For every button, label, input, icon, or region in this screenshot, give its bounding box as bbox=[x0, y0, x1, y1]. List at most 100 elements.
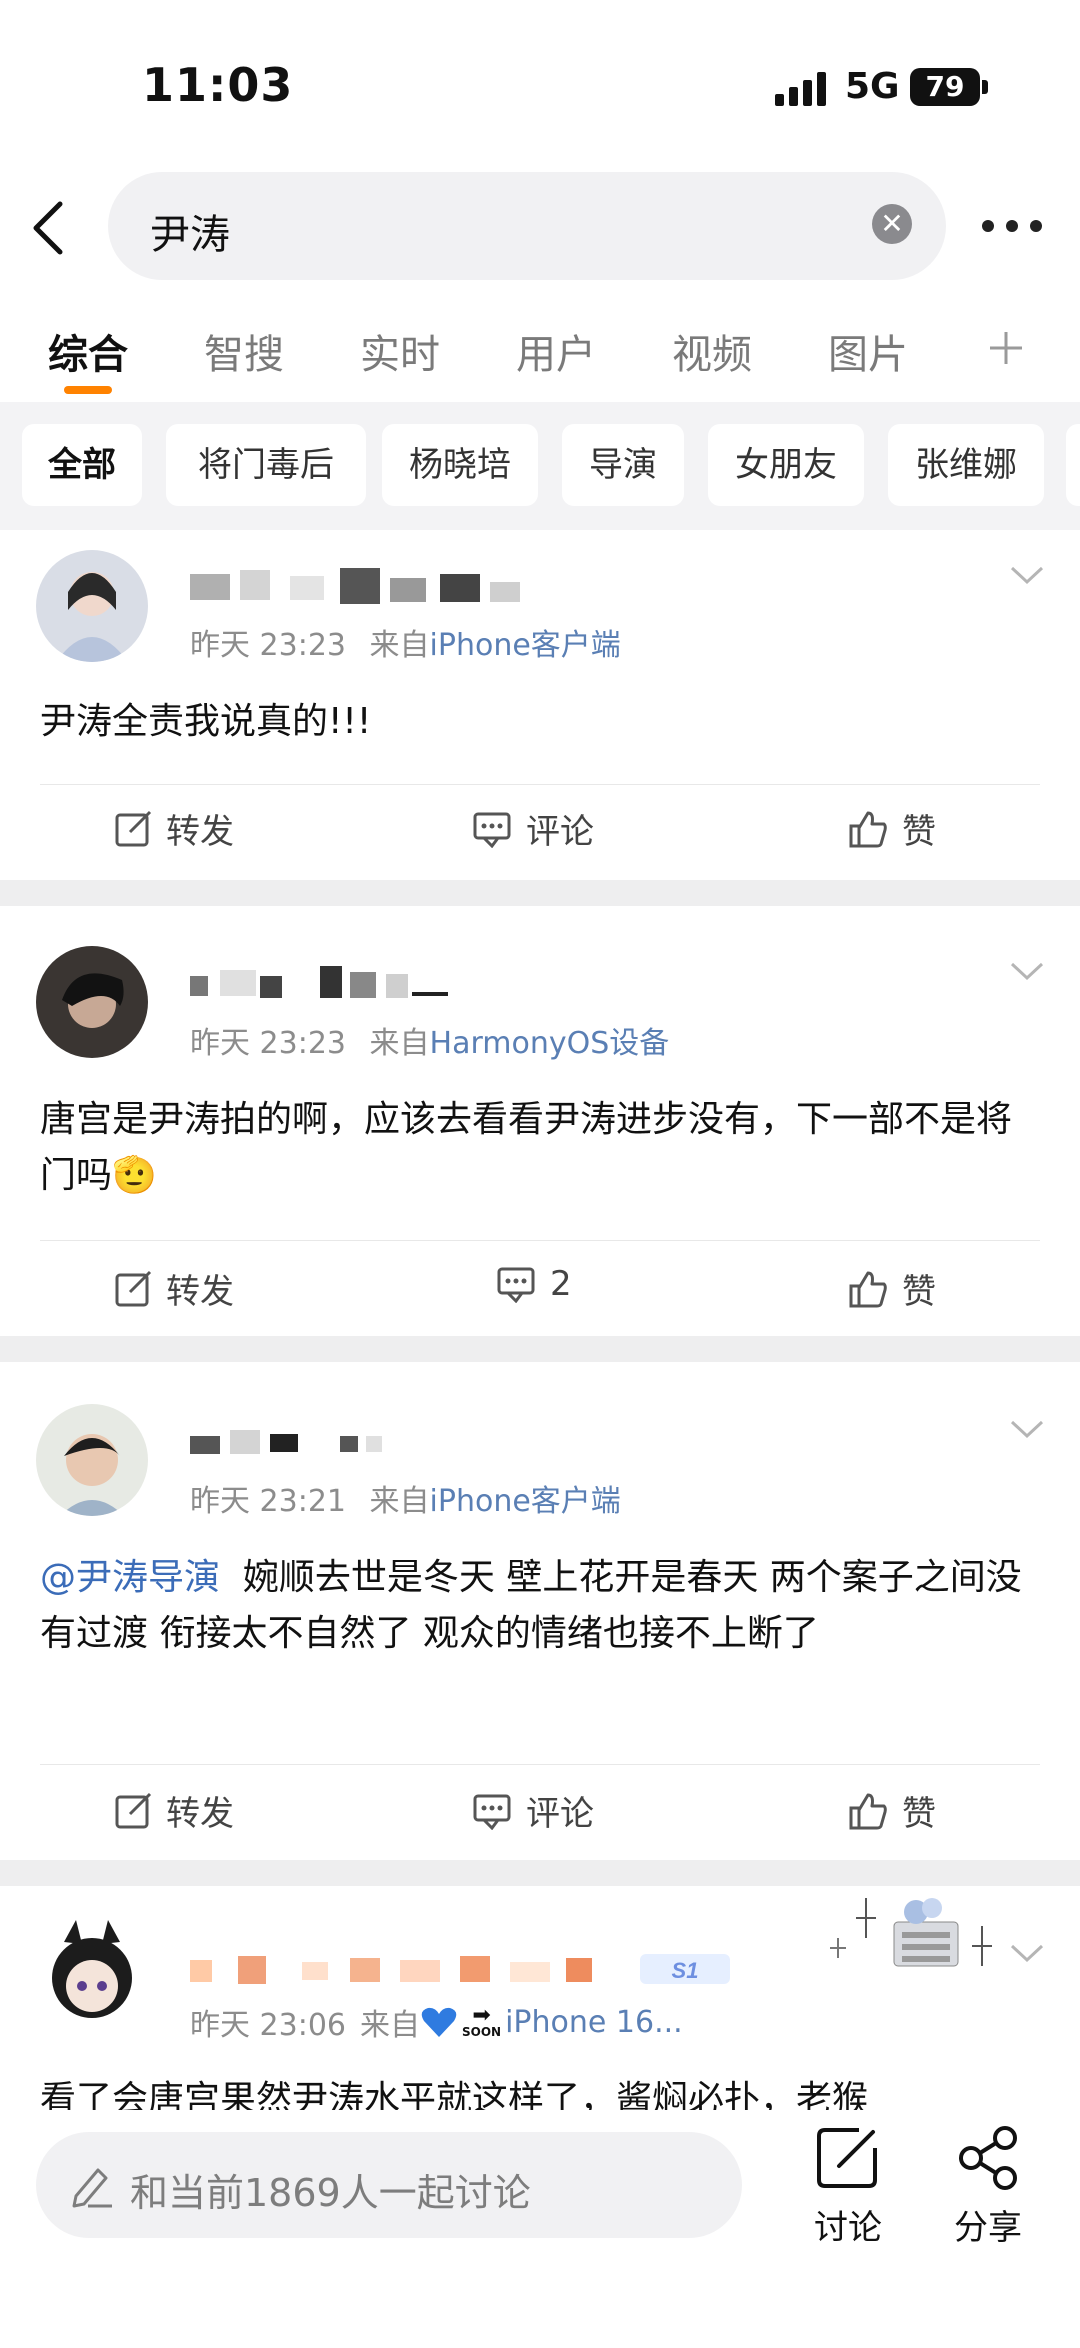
post-from: 来自 bbox=[360, 2008, 420, 2043]
add-tab-icon[interactable] bbox=[988, 330, 1024, 366]
signal-icon bbox=[775, 72, 826, 106]
decoration-card bbox=[830, 1898, 992, 1967]
divider bbox=[40, 1764, 1040, 1765]
search-query[interactable]: 尹涛 bbox=[150, 202, 230, 260]
post-meta: 昨天 23:23 来自iPhone客户端 bbox=[190, 620, 621, 664]
post-source[interactable]: iPhone 16... bbox=[505, 2005, 683, 2040]
comment-button[interactable]: 评论 bbox=[472, 804, 594, 853]
post-source[interactable]: iPhone客户端 bbox=[430, 628, 621, 663]
like-icon bbox=[849, 811, 887, 847]
chevron-down-icon[interactable] bbox=[1010, 1420, 1044, 1440]
username-blurred[interactable] bbox=[190, 1420, 410, 1460]
tab-images[interactable]: 图片 bbox=[828, 322, 908, 380]
post-time: 昨天 23:21 bbox=[190, 1484, 346, 1519]
comment-icon bbox=[473, 1794, 511, 1830]
like-button[interactable]: 赞 bbox=[848, 1786, 936, 1835]
tab-realtime[interactable]: 实时 bbox=[360, 322, 440, 380]
post-from: 来自 bbox=[369, 628, 430, 663]
post-from: 来自 bbox=[369, 1484, 430, 1519]
repost-icon bbox=[115, 1270, 152, 1306]
back-arrow-icon[interactable] bbox=[28, 198, 68, 258]
tab-videos[interactable]: 视频 bbox=[672, 322, 752, 380]
status-time: 11:03 bbox=[142, 58, 294, 112]
repost-icon bbox=[115, 1792, 152, 1828]
post-text[interactable]: @尹涛导演 婉顺去世是冬天 壁上花开是春天 两个案子之间没有过渡 衔接太不自然了… bbox=[40, 1550, 1040, 1662]
card-separator bbox=[0, 1336, 1080, 1362]
post-time: 昨天 23:06 bbox=[190, 2008, 346, 2043]
chevron-down-icon[interactable] bbox=[1010, 566, 1044, 586]
comment-button[interactable]: 评论 bbox=[472, 1786, 594, 1835]
repost-label: 转发 bbox=[166, 1794, 234, 1834]
chip-filter[interactable]: 女朋友 bbox=[708, 424, 864, 506]
chip-filter[interactable]: 导演 bbox=[562, 424, 684, 506]
repost-label: 转发 bbox=[166, 812, 234, 852]
post-text[interactable]: 看了会唐宫果然尹涛水平就这样了，酱焖必扑，老猴 bbox=[40, 2072, 1040, 2110]
like-icon bbox=[849, 1271, 887, 1307]
post-meta: 昨天 23:06 来自 ➡ SOON iPhone 16... bbox=[190, 2000, 683, 2044]
post-source[interactable]: iPhone客户端 bbox=[430, 1484, 621, 1519]
comment-button[interactable]: 2 bbox=[496, 1264, 572, 1304]
like-label: 赞 bbox=[902, 812, 936, 852]
compose-icon bbox=[817, 2128, 877, 2188]
post-time: 昨天 23:23 bbox=[190, 628, 346, 663]
salute-emoji: 🫡 bbox=[112, 1155, 157, 1196]
blue-heart-icon bbox=[421, 2007, 457, 2037]
repost-button[interactable]: 转发 bbox=[114, 1786, 234, 1835]
tab-active-indicator bbox=[64, 386, 112, 394]
post-time: 昨天 23:23 bbox=[190, 1026, 346, 1061]
chip-filter[interactable]: 杨晓培 bbox=[382, 424, 538, 506]
svg-text:S1: S1 bbox=[672, 1958, 699, 1983]
username-blurred[interactable] bbox=[190, 566, 530, 606]
search-input[interactable] bbox=[108, 172, 946, 280]
chip-filter-partial[interactable] bbox=[1066, 424, 1080, 506]
discussion-placeholder[interactable]: 和当前1869人一起讨论 bbox=[130, 2162, 531, 2217]
avatar[interactable] bbox=[36, 1404, 148, 1516]
tab-smart-search[interactable]: 智搜 bbox=[204, 322, 284, 380]
soon-arrow-icon: ➡ SOON bbox=[462, 2003, 502, 2039]
like-label: 赞 bbox=[902, 1794, 936, 1834]
comment-label: 评论 bbox=[526, 1794, 594, 1834]
chip-filter[interactable]: 张维娜 bbox=[888, 424, 1044, 506]
battery-tip bbox=[982, 80, 988, 94]
network-type: 5G bbox=[845, 66, 900, 107]
battery-icon: 79 bbox=[910, 68, 980, 106]
repost-label: 转发 bbox=[166, 1272, 234, 1312]
chevron-down-icon[interactable] bbox=[1010, 1944, 1044, 1964]
post-text[interactable]: 尹涛全责我说真的!!! bbox=[40, 694, 1040, 750]
avatar[interactable] bbox=[36, 550, 148, 662]
share-button[interactable]: 分享 bbox=[948, 2124, 1028, 2249]
username-blurred[interactable]: S1 bbox=[190, 1948, 740, 1988]
card-separator bbox=[0, 880, 1080, 906]
like-button[interactable]: 赞 bbox=[848, 804, 936, 853]
repost-button[interactable]: 转发 bbox=[114, 804, 234, 853]
chip-filter[interactable]: 将门毒后 bbox=[166, 424, 366, 506]
repost-button[interactable]: 转发 bbox=[114, 1264, 234, 1313]
chevron-down-icon[interactable] bbox=[1010, 962, 1044, 982]
share-icon bbox=[959, 2126, 1017, 2190]
avatar[interactable] bbox=[36, 946, 148, 1058]
pencil-icon bbox=[72, 2168, 112, 2208]
post-meta: 昨天 23:23 来自HarmonyOS设备 bbox=[190, 1018, 669, 1062]
like-label: 赞 bbox=[902, 1272, 936, 1312]
post-text-content: 唐宫是尹涛拍的啊，应该去看看尹涛进步没有，下一部不是将门吗 bbox=[40, 1099, 1013, 1196]
mention-link[interactable]: @尹涛导演 bbox=[40, 1557, 220, 1598]
comment-label: 评论 bbox=[526, 812, 594, 852]
post-source[interactable]: HarmonyOS设备 bbox=[430, 1026, 670, 1061]
like-icon bbox=[849, 1793, 887, 1829]
like-button[interactable]: 赞 bbox=[848, 1264, 936, 1313]
divider bbox=[40, 784, 1040, 785]
chip-all[interactable]: 全部 bbox=[22, 424, 142, 506]
avatar[interactable] bbox=[30, 1912, 154, 2036]
comment-icon bbox=[497, 1267, 535, 1303]
tab-comprehensive[interactable]: 综合 bbox=[48, 322, 128, 380]
post-meta: 昨天 23:21 来自iPhone客户端 bbox=[190, 1476, 621, 1520]
discuss-button[interactable]: 讨论 bbox=[808, 2124, 888, 2249]
discuss-label: 讨论 bbox=[814, 2208, 882, 2248]
comment-icon bbox=[473, 812, 511, 848]
tab-users[interactable]: 用户 bbox=[516, 322, 596, 380]
divider bbox=[40, 1240, 1040, 1241]
more-icon[interactable] bbox=[980, 218, 1044, 234]
clear-icon[interactable]: ✕ bbox=[872, 204, 912, 244]
post-text[interactable]: 唐宫是尹涛拍的啊，应该去看看尹涛进步没有，下一部不是将门吗🫡 bbox=[40, 1092, 1040, 1204]
username-blurred[interactable] bbox=[190, 962, 460, 1002]
